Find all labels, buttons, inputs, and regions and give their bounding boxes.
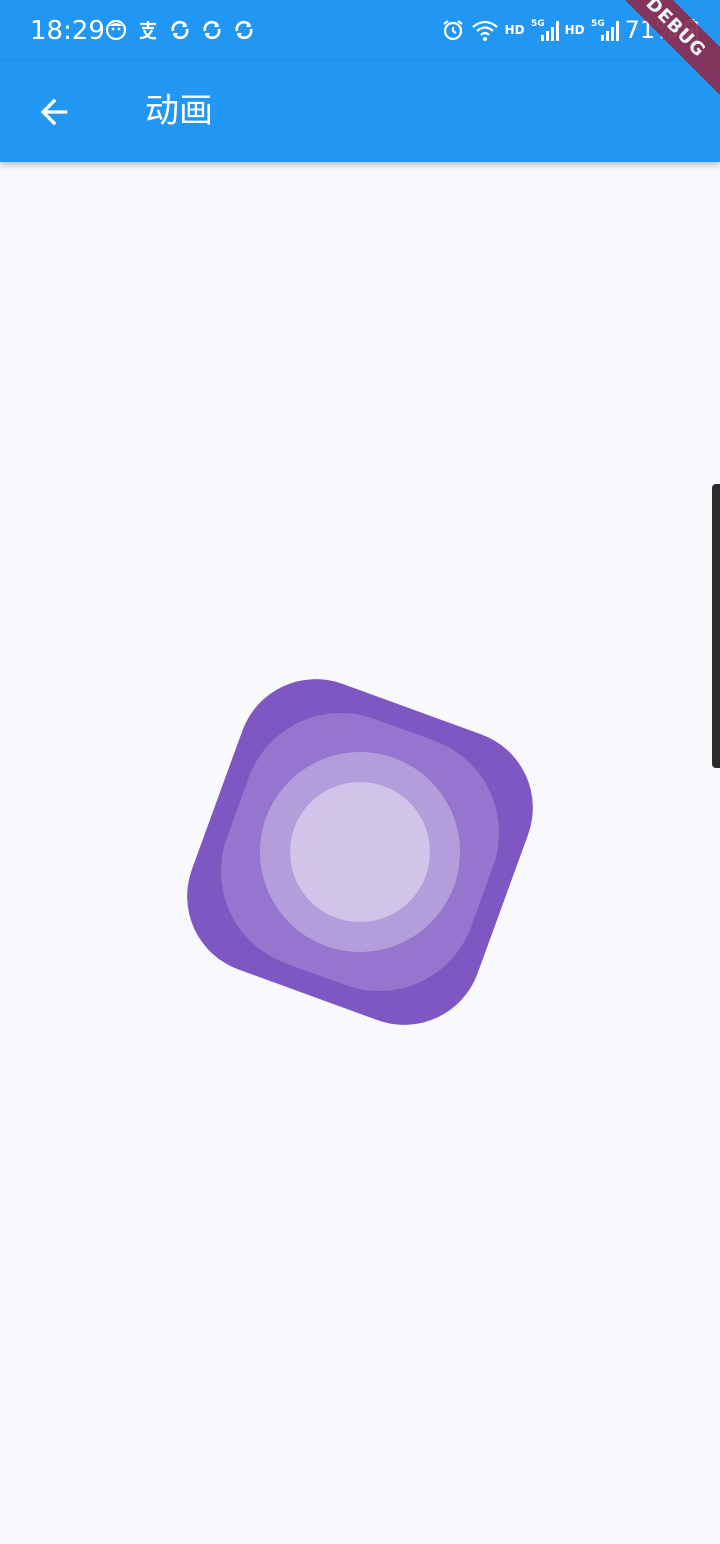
back-button[interactable] [22,80,86,144]
status-left-icons [104,18,256,42]
signal-5g-icon: 5G [531,19,559,41]
sync-icon [171,20,189,40]
arrow-back-icon [40,98,68,126]
network-label: 5G [531,19,545,29]
app-bar: 动画 [0,62,720,162]
sync-icon [235,20,253,40]
status-time: 18:29 [30,16,105,46]
alipay-icon [139,21,157,40]
sync-icon [203,20,221,40]
wifi-icon [471,20,498,41]
network-label: 5G [591,19,605,29]
face-icon [105,19,127,41]
hd-badge: HD [564,23,585,37]
animation-stage [0,600,720,1120]
alarm-icon [442,20,463,41]
page-title: 动画 [145,91,213,131]
status-bar: 18:29 HD 5G HD 5G 71% [0,0,720,62]
hd-badge: HD [504,23,525,37]
animated-shape [187,679,533,1025]
signal-5g-icon: 5G [591,19,619,41]
